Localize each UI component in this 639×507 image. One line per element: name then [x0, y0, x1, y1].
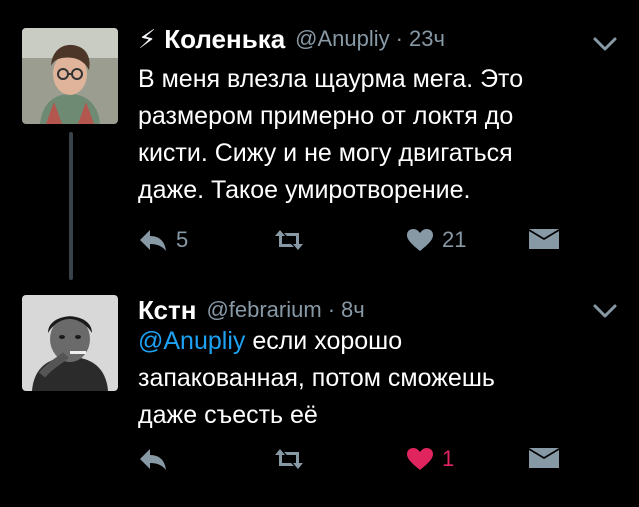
user-handle[interactable]: @Anupliy: [295, 26, 390, 52]
user-handle[interactable]: @febrarium: [206, 297, 321, 323]
direct-message-button[interactable]: [528, 439, 560, 479]
display-name[interactable]: Коленька: [164, 24, 285, 55]
direct-message-button[interactable]: [528, 220, 560, 260]
chevron-down-icon[interactable]: [591, 34, 619, 54]
tweet[interactable]: Кстн @febrarium · 8ч @Anupliy если хорош…: [0, 285, 639, 507]
heart-icon: [406, 447, 434, 471]
reply-button[interactable]: 5: [138, 220, 188, 260]
reply-icon: [138, 447, 168, 471]
timestamp[interactable]: 23ч: [409, 26, 445, 52]
avatar[interactable]: [22, 295, 118, 391]
retweet-button[interactable]: [271, 439, 315, 479]
tweet-header: Кстн @febrarium · 8ч: [138, 293, 365, 327]
tweet-text: В меня влезла щаурма мега. Это размером …: [138, 65, 524, 204]
retweet-icon: [271, 447, 307, 471]
tweet-actions: 1: [138, 439, 618, 479]
heart-icon: [406, 228, 434, 252]
like-count: 1: [442, 446, 455, 471]
tweet-header: ⚡ Коленька @Anupliy · 23ч: [138, 22, 445, 56]
separator: ·: [327, 297, 336, 322]
separator: ·: [395, 26, 403, 51]
like-count: 21: [442, 227, 467, 252]
direct-message-icon: [528, 447, 560, 471]
tweet-actions: 5 21: [138, 220, 618, 260]
avatar-image: [22, 295, 118, 391]
like-button[interactable]: 1: [406, 439, 454, 479]
thread-line: [69, 132, 73, 280]
reply-button[interactable]: [138, 439, 176, 479]
like-button[interactable]: 21: [406, 220, 466, 260]
retweet-icon: [271, 228, 307, 252]
tweet[interactable]: ⚡ Коленька @Anupliy · 23ч В меня влезла …: [0, 0, 639, 285]
avatar[interactable]: [22, 28, 118, 124]
chevron-down-icon[interactable]: [591, 301, 619, 321]
mention-link[interactable]: @Anupliy: [138, 327, 245, 355]
timestamp[interactable]: 8ч: [341, 297, 365, 323]
reply-icon: [138, 228, 168, 252]
lightning-bolt-icon: ⚡: [138, 24, 157, 54]
direct-message-icon: [528, 228, 560, 252]
avatar-image: [22, 28, 118, 124]
tweet-text: @Anupliy если хорошо запакованная, потом…: [138, 323, 618, 434]
display-name[interactable]: Кстн: [138, 295, 196, 326]
retweet-button[interactable]: [271, 220, 315, 260]
reply-count: 5: [176, 227, 189, 252]
